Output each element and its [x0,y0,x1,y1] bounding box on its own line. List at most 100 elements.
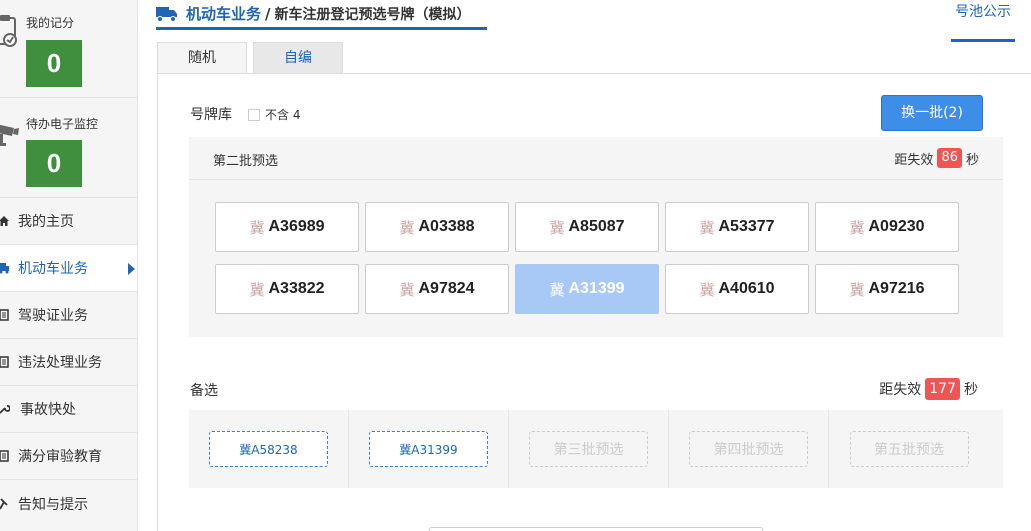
document-icon [0,308,10,322]
plate-option[interactable]: 冀 A97216 [815,264,959,314]
sidebar-item-label: 机动车业务 [18,261,88,277]
sidebar-item-label: 我的主页 [18,214,74,230]
home-icon [0,214,10,228]
my-score-box[interactable]: 我的记分 0 [0,0,137,98]
sidebar-item-violation[interactable]: 违法处理业务 [0,339,137,386]
sidebar-item-label: 驾驶证业务 [18,308,88,324]
my-score-value: 0 [26,40,82,87]
exclude-four-checkbox[interactable]: 不含 4 [248,106,300,123]
plate-province: 冀 [849,218,865,237]
plate-number: A40610 [718,280,775,297]
sidebar-item-education[interactable]: 满分审验教育 [0,433,137,480]
clipboard-icon [0,15,17,47]
plate-number: A33822 [268,280,325,297]
plate-province: 冀 [849,280,865,299]
plate-province: 冀 [399,280,415,299]
pending-monitor-label: 待办电子监控 [26,117,99,131]
alternate-slot: 第四批预选 [669,410,829,488]
tab-custom[interactable]: 自编 [253,42,343,74]
expire-countdown: 177 [925,378,960,400]
sidebar-item-accident[interactable]: 事故快处 [0,386,137,433]
plate-option[interactable]: 冀 A85087 [515,202,659,252]
plate-province: 冀 [249,218,265,237]
expire-countdown: 86 [937,148,962,168]
plate-option[interactable]: 冀 A97824 [365,264,509,314]
alternates-expire: 距失效 177 秒 [879,378,978,400]
plate-number: A36989 [268,218,325,235]
tabs-divider [157,73,1031,74]
checkbox-box[interactable] [248,108,260,121]
content-left-border [157,73,158,531]
exclude-four-label: 不含 4 [265,108,301,122]
plate-option[interactable]: 冀 A09230 [815,202,959,252]
plate-province: 冀 [399,218,415,237]
sidebar-item-label: 违法处理业务 [18,355,102,371]
plate-province: 冀 [699,218,715,237]
plate-province: 冀 [549,280,565,299]
alternate-plate[interactable]: 冀A31399 [369,431,488,467]
plate-number: A97824 [418,280,475,297]
truck-icon [156,6,177,22]
submit-button-edge[interactable] [429,527,763,531]
batch-title: 第二批预选 [213,154,279,169]
plate-option[interactable]: 冀 A03388 [365,202,509,252]
plate-option[interactable]: 冀 A36989 [215,202,359,252]
alternates-panel: 冀A58238 冀A31399 第三批预选 第四批预选 第五批预选 [189,410,1003,488]
sidebar-item-label: 事故快处 [20,402,76,418]
pending-monitor-box[interactable]: 待办电子监控 0 [0,98,137,198]
pending-monitor-value: 0 [26,140,82,187]
alternate-slot: 第三批预选 [509,410,669,488]
batch-expire: 距失效 86 秒 [894,148,979,168]
plate-province: 冀 [249,280,265,299]
plate-pool-link[interactable]: 号池公示 [951,0,1015,42]
expire-suffix: 秒 [965,152,979,168]
truck-icon [0,261,10,275]
page-header: 机动车业务 / 新车注册登记预选号牌（模拟） 号池公示 [138,0,1031,42]
plate-province: 冀 [549,218,565,237]
camera-icon [0,124,19,146]
sidebar-item-notice[interactable]: 告知与提示 [0,480,137,527]
alternate-placeholder: 第五批预选 [849,431,969,467]
expire-suffix: 秒 [964,382,978,398]
plate-number: A03388 [418,218,475,235]
plate-option[interactable]: 冀 A40610 [665,264,809,314]
plate-number: A85087 [568,218,625,235]
alternate-slot: 冀A31399 [349,410,509,488]
refresh-batch-button[interactable]: 换一批(2) [881,95,983,131]
alternate-placeholder: 第三批预选 [529,431,648,467]
breadcrumb-current: 新车注册登记预选号牌（模拟） [274,6,471,23]
alternate-plate[interactable]: 冀A58238 [209,431,328,467]
breadcrumb: 机动车业务 / 新车注册登记预选号牌（模拟） [156,0,487,30]
plate-province: 冀 [699,280,715,299]
plate-option[interactable]: 冀 A33822 [215,264,359,314]
breadcrumb-separator: / [265,4,271,23]
plate-library-label: 号牌库 [190,107,232,123]
sidebar-item-vehicle[interactable]: 机动车业务 [0,245,137,292]
pin-icon [0,497,10,511]
alternate-slot: 第五批预选 [829,410,989,488]
my-score-label: 我的记分 [26,16,75,30]
active-arrow-icon [128,263,135,275]
tab-random[interactable]: 随机 [157,42,247,74]
alternate-slot: 冀A58238 [189,410,349,488]
plate-option[interactable]: 冀 A53377 [665,202,809,252]
plate-number: A53377 [718,218,775,235]
sidebar-item-label: 告知与提示 [18,496,88,513]
sidebar-item-label: 满分审验教育 [18,449,102,465]
plate-number: A31399 [568,280,625,297]
alternate-placeholder: 第四批预选 [689,431,808,467]
sidebar: 我的记分 0 待办电子监控 0 我的主页 机动车业务 驾驶证业务 违法处理业务 … [0,0,138,531]
plate-number: A09230 [868,218,925,235]
document-icon [0,449,10,463]
document-icon [0,355,10,369]
wrench-icon [0,402,10,416]
expire-prefix: 距失效 [879,382,922,398]
alternates-label: 备选 [190,383,218,399]
sidebar-item-license[interactable]: 驾驶证业务 [0,292,137,339]
batch-header: 第二批预选 距失效 86 秒 [189,137,1003,180]
plate-number: A97216 [868,280,925,297]
mode-tabs: 随机 自编 [157,42,349,74]
breadcrumb-vehicle[interactable]: 机动车业务 [186,3,261,24]
sidebar-item-home[interactable]: 我的主页 [0,198,137,245]
plate-option-selected[interactable]: 冀 A31399 [515,264,659,314]
